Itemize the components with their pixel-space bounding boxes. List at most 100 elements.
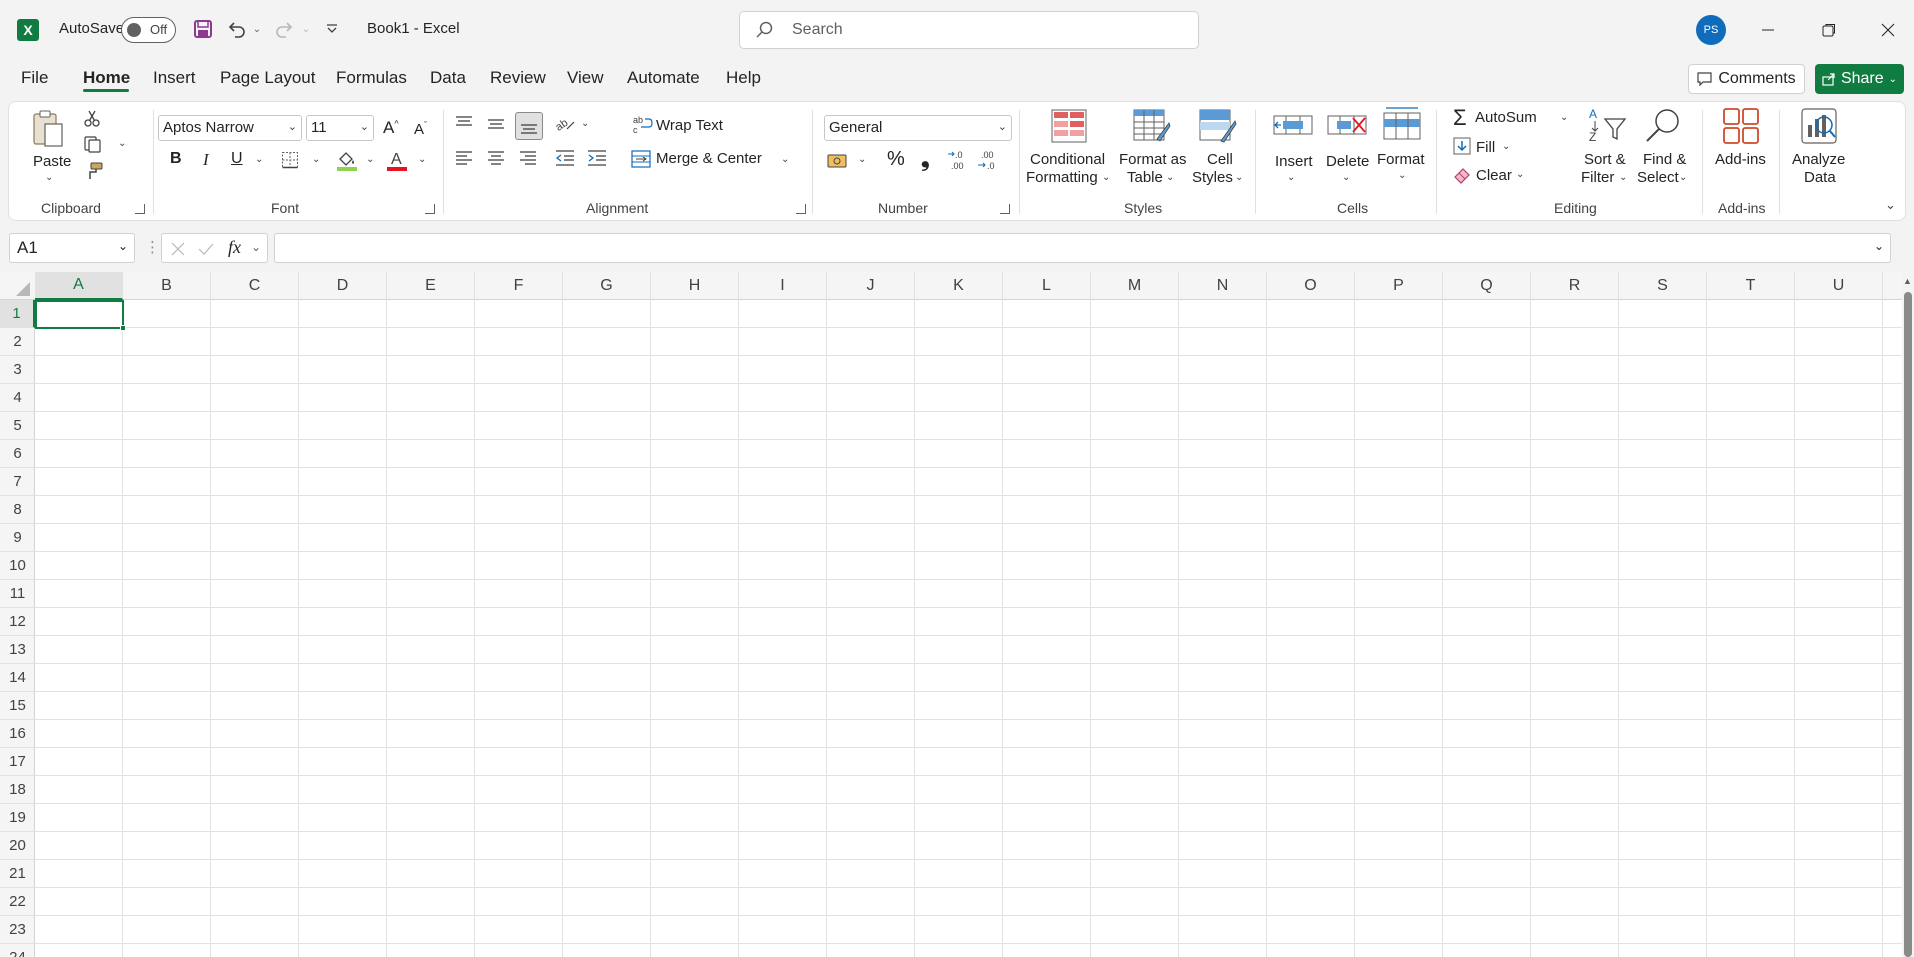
column-header-m[interactable]: M [1091, 272, 1179, 300]
row-header-16[interactable]: 16 [0, 720, 35, 748]
align-bottom-icon[interactable] [515, 112, 543, 140]
align-left-icon[interactable] [455, 149, 473, 171]
accounting-format-icon[interactable] [827, 151, 851, 173]
wrap-text-label[interactable]: Wrap Text [656, 117, 723, 134]
borders-icon[interactable] [281, 151, 299, 173]
cancel-icon[interactable] [171, 242, 185, 256]
row-header-22[interactable]: 22 [0, 888, 35, 916]
row-header-1[interactable]: 1 [0, 300, 35, 328]
conditional-formatting-label[interactable]: Conditional [1030, 151, 1105, 168]
align-right-icon[interactable] [519, 149, 537, 171]
underline-button[interactable]: U [231, 150, 243, 168]
format-cells-icon[interactable] [1382, 105, 1422, 145]
column-header-a[interactable]: A [35, 272, 123, 300]
chevron-down-icon[interactable]: ⌄ [118, 239, 128, 253]
formula-input[interactable]: ⌄ [274, 233, 1891, 263]
fill-icon[interactable] [1453, 137, 1471, 159]
tab-data[interactable]: Data [430, 68, 466, 88]
search-box[interactable]: Search [739, 11, 1199, 49]
row-header-23[interactable]: 23 [0, 916, 35, 944]
column-header-o[interactable]: O [1267, 272, 1355, 300]
row-header-4[interactable]: 4 [0, 384, 35, 412]
collapse-ribbon-icon[interactable]: ⌄ [1885, 197, 1896, 213]
cut-icon[interactable] [83, 109, 101, 131]
undo-dropdown-icon[interactable]: ⌄ [250, 15, 264, 43]
tab-insert[interactable]: Insert [153, 68, 196, 88]
underline-dropdown-icon[interactable]: ⌄ [255, 154, 263, 165]
cell-styles-label[interactable]: Cell [1207, 151, 1233, 168]
column-header-s[interactable]: S [1619, 272, 1707, 300]
autosave-toggle[interactable]: Off [121, 17, 176, 43]
paste-icon[interactable] [31, 108, 65, 150]
tab-view[interactable]: View [567, 68, 604, 88]
close-icon[interactable] [1872, 14, 1904, 46]
row-header-12[interactable]: 12 [0, 608, 35, 636]
clear-label[interactable]: Clear [1476, 167, 1512, 184]
bold-button[interactable]: B [170, 150, 182, 168]
font-size-select[interactable]: 11 ⌄ [306, 115, 374, 141]
alignment-launcher-icon[interactable] [796, 204, 806, 214]
save-icon[interactable] [190, 15, 216, 43]
column-header-g[interactable]: G [563, 272, 651, 300]
column-header-t[interactable]: T [1707, 272, 1795, 300]
number-format-select[interactable]: General ⌄ [824, 115, 1012, 141]
align-top-icon[interactable] [455, 115, 473, 137]
find-select-label[interactable]: Find & [1643, 151, 1686, 168]
add-ins-label[interactable]: Add-ins [1715, 151, 1766, 168]
format-painter-icon[interactable] [83, 162, 103, 184]
chevron-down-icon[interactable]: ⌄ [1398, 170, 1406, 181]
increase-indent-icon[interactable] [587, 149, 607, 171]
merge-center-icon[interactable] [631, 150, 651, 172]
chevron-down-icon[interactable]: ⌄ [1166, 172, 1174, 183]
row-header-13[interactable]: 13 [0, 636, 35, 664]
copy-icon[interactable] [83, 135, 103, 157]
row-header-15[interactable]: 15 [0, 692, 35, 720]
redo-icon[interactable] [273, 15, 297, 43]
delete-cells-icon[interactable] [1327, 110, 1367, 144]
fill-label[interactable]: Fill [1476, 139, 1495, 156]
column-header-j[interactable]: J [827, 272, 915, 300]
worksheet-grid[interactable]: ABCDEFGHIJKLMNOPQRSTU 1 2 3 4 5 6 7 8 9 10 11 12 13 1… [0, 272, 1902, 957]
column-header-u[interactable]: U [1795, 272, 1883, 300]
enter-icon[interactable] [198, 242, 214, 256]
orientation-icon[interactable]: ab [553, 114, 576, 138]
increase-font-icon[interactable]: A^ [383, 118, 399, 138]
cell-styles-label-2[interactable]: Styles [1192, 169, 1233, 186]
customize-qat-icon[interactable] [322, 15, 342, 43]
column-header-i[interactable]: I [739, 272, 827, 300]
redo-dropdown-icon[interactable]: ⌄ [299, 15, 313, 43]
tab-home[interactable]: Home [83, 68, 130, 88]
insert-cells-icon[interactable] [1273, 110, 1313, 144]
accounting-dropdown-icon[interactable]: ⌄ [858, 154, 866, 165]
column-header-r[interactable]: R [1531, 272, 1619, 300]
scroll-up-icon[interactable]: ▲ [1903, 276, 1912, 286]
font-color-dropdown-icon[interactable]: ⌄ [418, 154, 426, 165]
orientation-dropdown-icon[interactable]: ⌄ [581, 118, 589, 129]
row-header-21[interactable]: 21 [0, 860, 35, 888]
comments-button[interactable]: Comments [1688, 64, 1805, 94]
analyze-data-icon[interactable] [1800, 107, 1838, 149]
increase-decimal-icon[interactable]: .0.00 [947, 148, 969, 176]
delete-cells-label[interactable]: Delete [1326, 153, 1369, 170]
sort-filter-label[interactable]: Sort & [1584, 151, 1626, 168]
font-family-select[interactable]: Aptos Narrow ⌄ [158, 115, 302, 141]
name-box[interactable]: A1 ⌄ [9, 233, 135, 263]
paste-label[interactable]: Paste [33, 153, 71, 170]
column-header-e[interactable]: E [387, 272, 475, 300]
row-header-14[interactable]: 14 [0, 664, 35, 692]
minimize-icon[interactable] [1752, 14, 1784, 46]
percent-style-button[interactable]: % [887, 148, 905, 171]
column-header-f[interactable]: F [475, 272, 563, 300]
tab-help[interactable]: Help [726, 68, 761, 88]
fill-color-icon[interactable] [336, 149, 358, 175]
find-select-label-2[interactable]: Select [1637, 169, 1679, 186]
row-header-20[interactable]: 20 [0, 832, 35, 860]
fill-handle[interactable] [120, 325, 126, 331]
chevron-down-icon[interactable]: ⌄ [1235, 172, 1243, 183]
chevron-down-icon[interactable]: ⌄ [1287, 172, 1295, 183]
align-middle-icon[interactable] [487, 115, 505, 137]
align-center-icon[interactable] [487, 149, 505, 171]
wrap-text-icon[interactable]: ab c [633, 115, 653, 139]
clear-icon[interactable] [1453, 166, 1471, 188]
restore-icon[interactable] [1813, 14, 1845, 46]
